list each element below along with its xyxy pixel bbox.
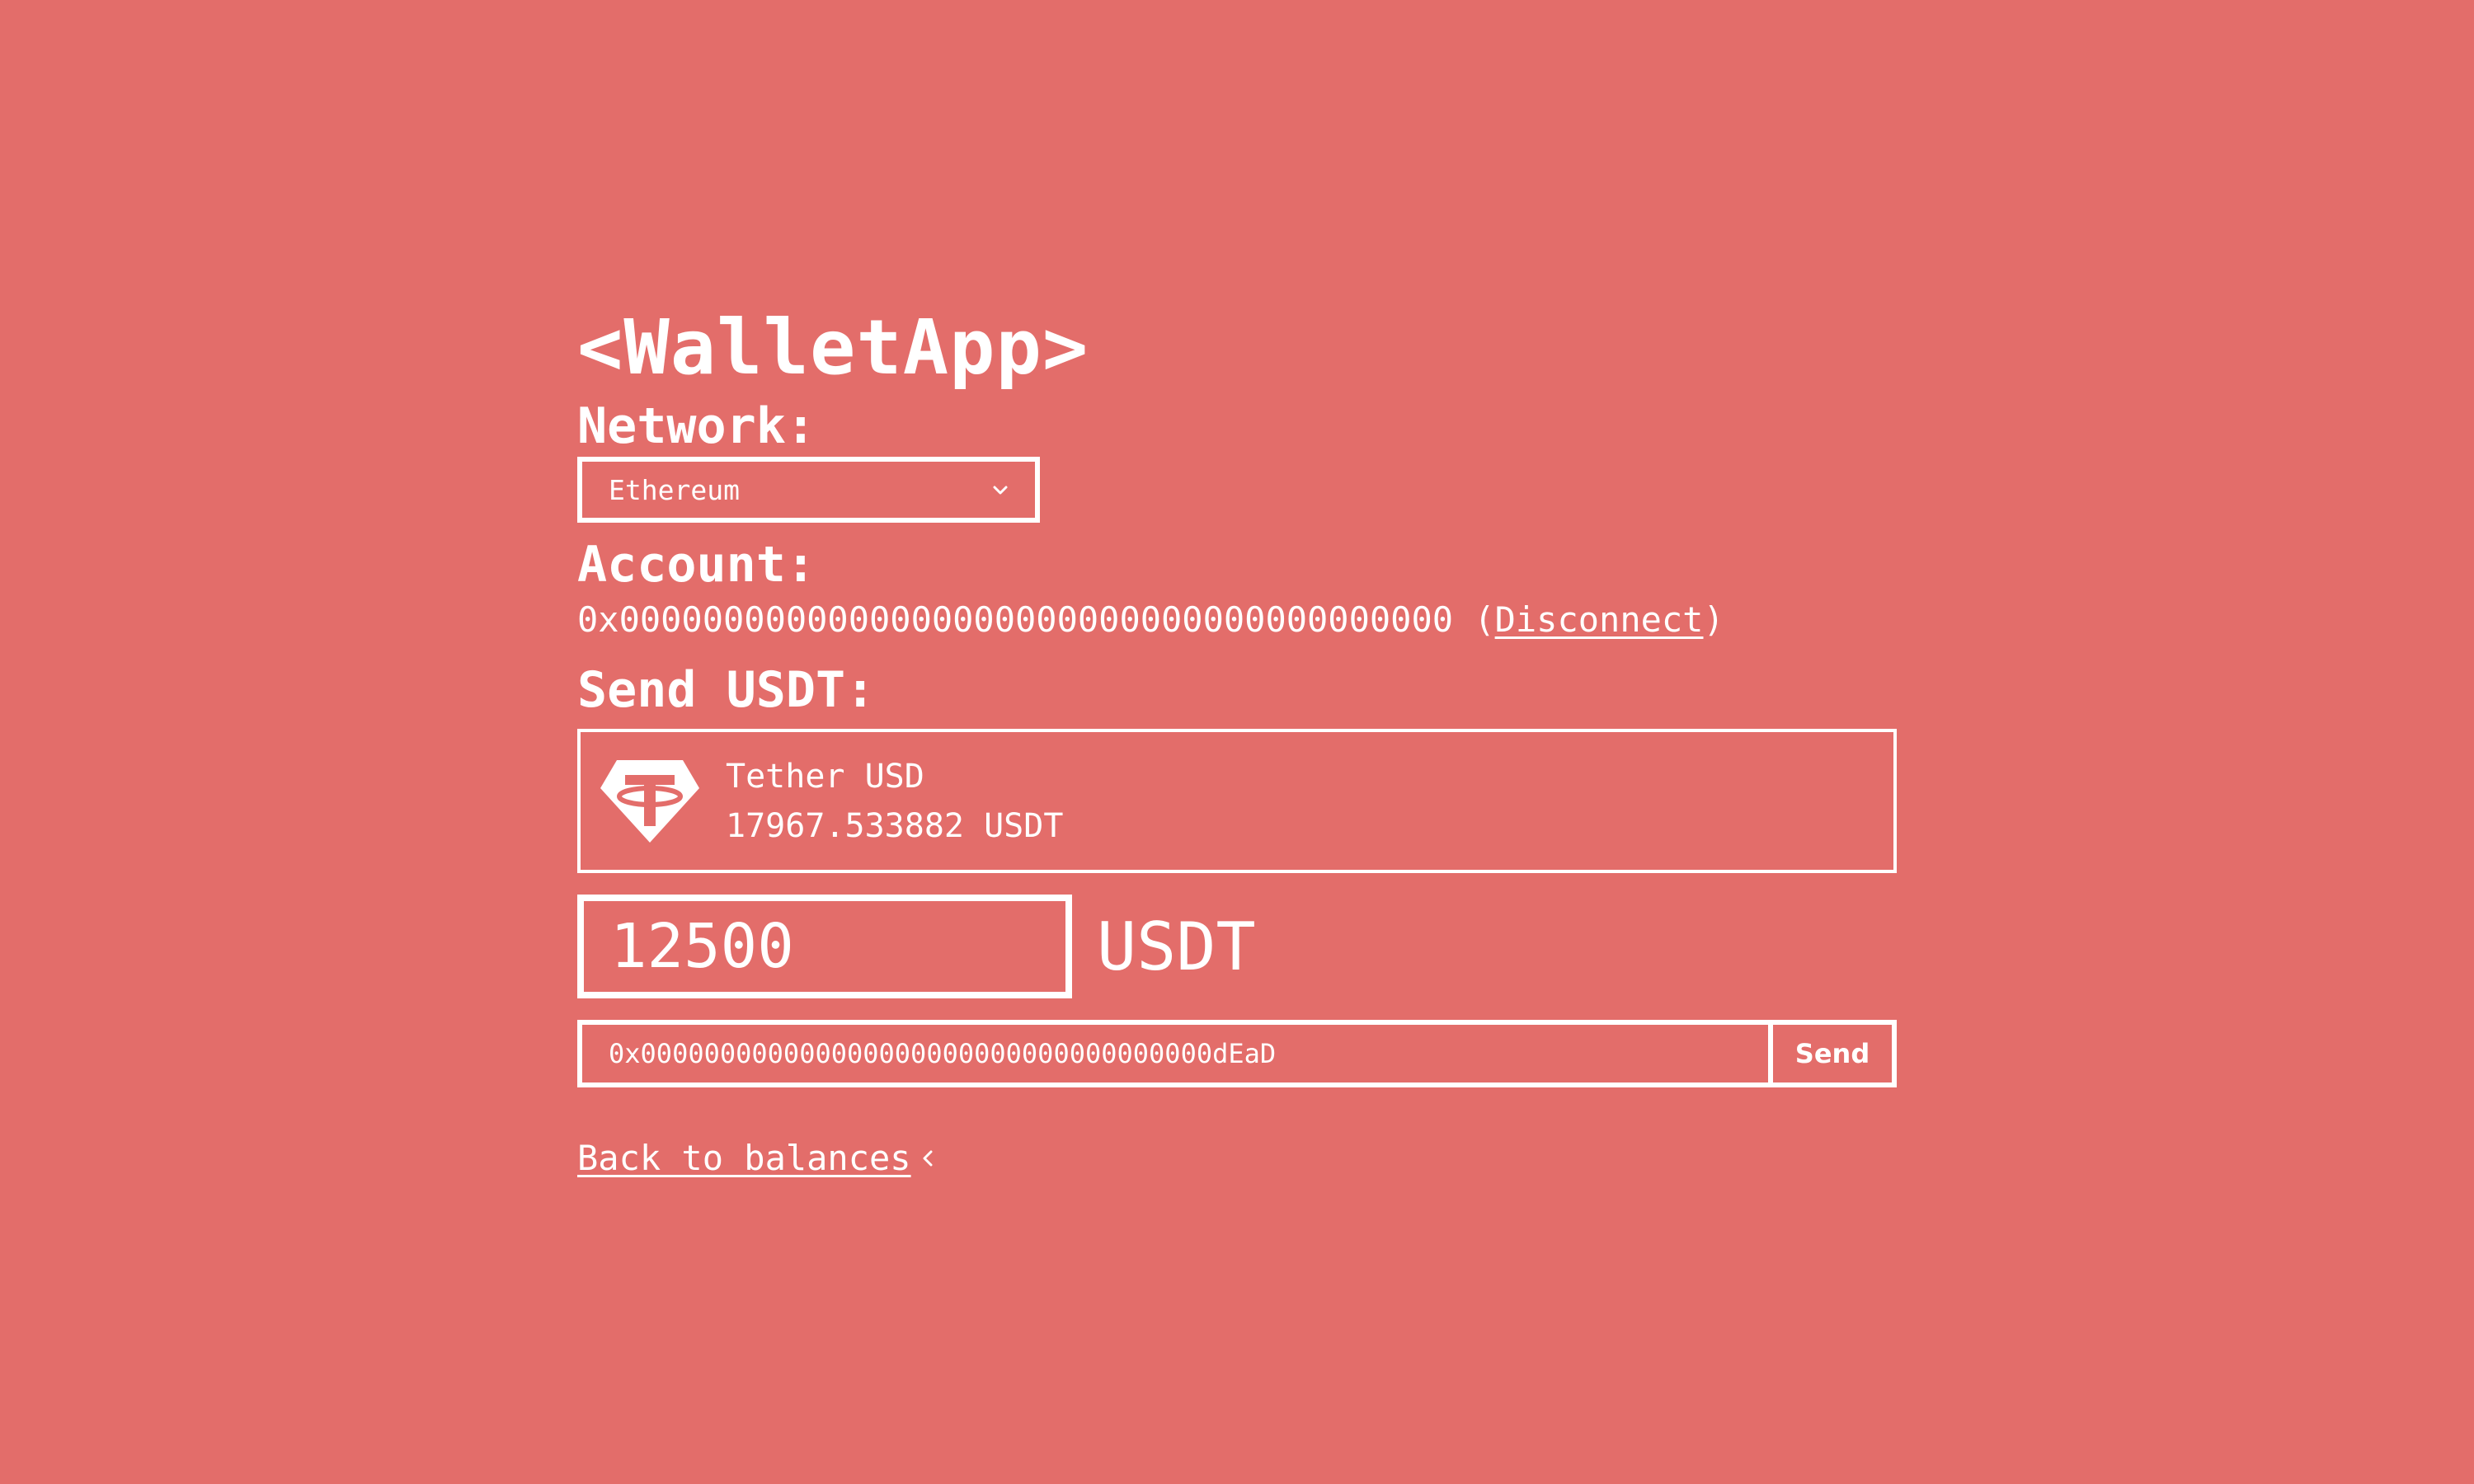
amount-input[interactable]: 12500 — [577, 895, 1072, 998]
network-selected-value: Ethereum — [609, 473, 740, 506]
send-form: 0x000000000000000000000000000000000000dE… — [577, 1020, 1897, 1087]
account-row: 0x00000000000000000000000000000000000000… — [577, 599, 1897, 641]
network-label: Network: — [577, 397, 816, 455]
app-title: <WalletApp> — [577, 303, 1089, 392]
tether-logo-icon — [600, 759, 699, 843]
token-balance: 17967.533882 USDT — [726, 806, 1064, 845]
chevron-left-icon — [923, 1150, 933, 1167]
chevron-down-icon — [993, 486, 1008, 495]
account-address: 0x00000000000000000000000000000000000000… — [577, 599, 1454, 640]
account-label: Account: — [577, 536, 816, 594]
send-label: Send USDT: — [577, 661, 876, 719]
recipient-address-value: 0x000000000000000000000000000000000000dE… — [609, 1038, 1277, 1069]
back-to-balances-link[interactable]: Back to balances — [577, 1137, 911, 1180]
amount-row: 12500 USDT — [577, 895, 1897, 998]
wallet-app: <WalletApp> Network: Ethereum Account: 0… — [577, 305, 1897, 1180]
token-info: Tether USD 17967.533882 USDT — [726, 752, 1063, 851]
amount-unit: USDT — [1097, 908, 1256, 985]
paren-close: ) — [1703, 599, 1724, 640]
back-row: Back to balances — [577, 1137, 1897, 1180]
disconnect-link[interactable]: Disconnect — [1495, 599, 1704, 640]
amount-value: 12500 — [610, 911, 794, 982]
token-name: Tether USD — [726, 757, 924, 796]
network-select[interactable]: Ethereum — [577, 457, 1040, 523]
recipient-address-input[interactable]: 0x000000000000000000000000000000000000dE… — [582, 1025, 1768, 1082]
send-button[interactable]: Send — [1768, 1025, 1892, 1082]
token-card[interactable]: Tether USD 17967.533882 USDT — [577, 729, 1897, 873]
paren-open: ( — [1453, 599, 1495, 640]
